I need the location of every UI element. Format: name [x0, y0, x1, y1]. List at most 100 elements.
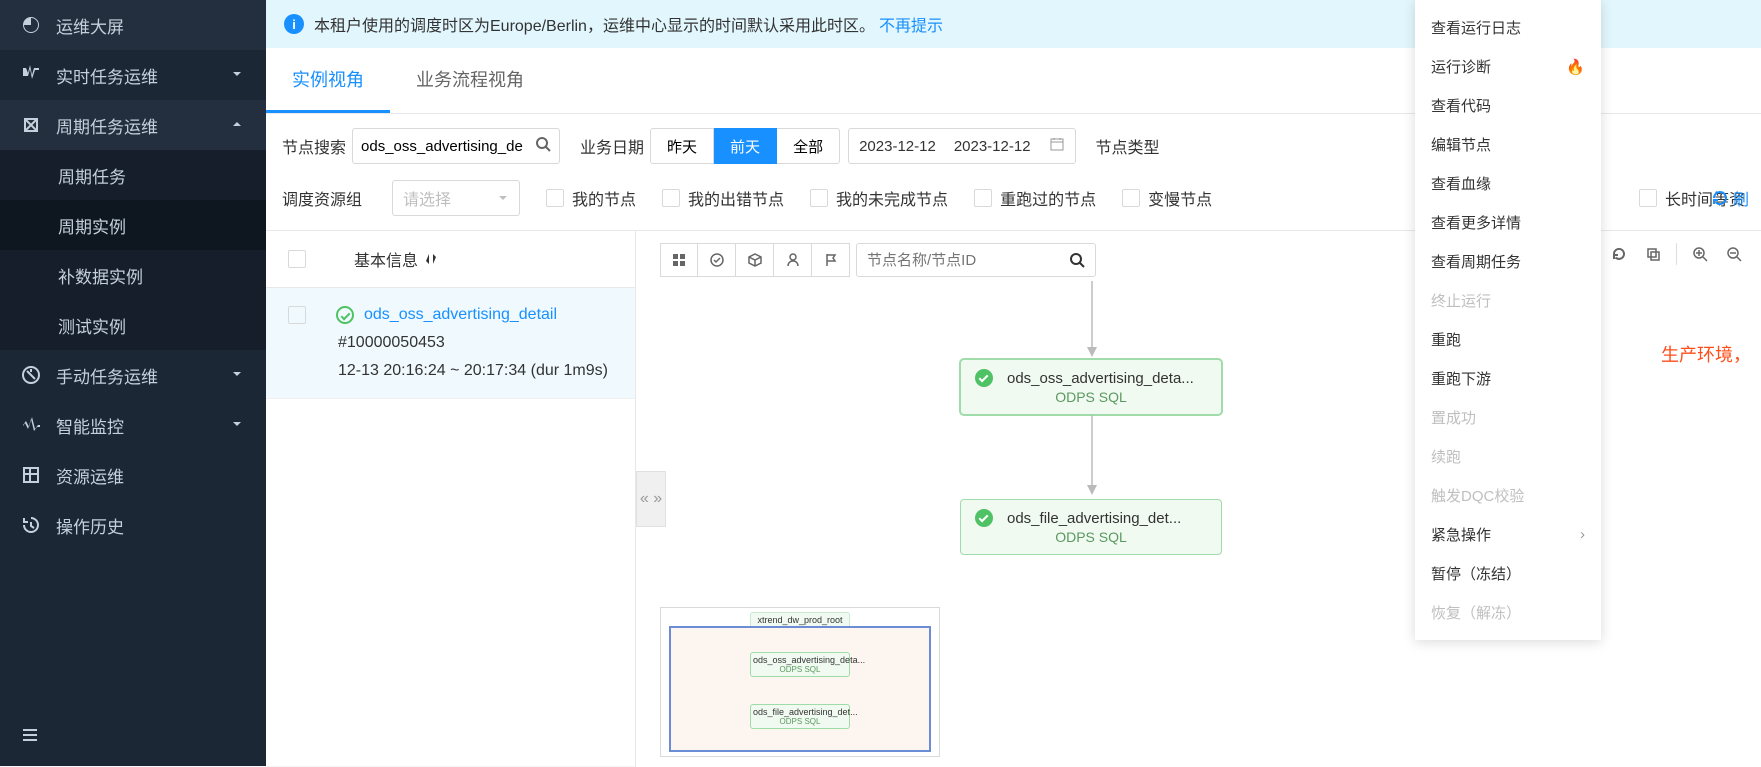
item-name[interactable]: ods_oss_advertising_detail — [364, 306, 557, 324]
check-icon[interactable] — [698, 243, 736, 277]
sidebar-item-realtime[interactable]: 实时任务运维 — [0, 50, 266, 100]
collapse-handle[interactable]: « » — [636, 471, 666, 527]
chk-my-unfinished[interactable]: 我的未完成节点 — [810, 186, 948, 210]
chk-slow-nodes[interactable]: 变慢节点 — [1122, 186, 1212, 210]
refresh-icon[interactable] — [1608, 243, 1630, 265]
tab-instance-view[interactable]: 实例视角 — [266, 48, 390, 113]
date-quick-buttons: 昨天 前天 全部 — [650, 128, 840, 164]
node-subtitle: ODPS SQL — [1055, 389, 1127, 405]
calendar-icon — [1049, 136, 1065, 157]
ctx-run-diagnose[interactable]: 运行诊断🔥 — [1415, 47, 1601, 86]
banner-dismiss-link[interactable]: 不再提示 — [879, 12, 943, 36]
zoom-out-icon[interactable] — [1723, 243, 1745, 265]
btn-yesterday[interactable]: 昨天 — [650, 128, 714, 164]
sidebar-label: 补数据实例 — [58, 263, 246, 288]
ctx-view-code[interactable]: 查看代码 — [1415, 86, 1601, 125]
ctx-view-lineage[interactable]: 查看血缘 — [1415, 164, 1601, 203]
history-icon — [20, 514, 42, 536]
ctx-view-cycle-task[interactable]: 查看周期任务 — [1415, 242, 1601, 281]
select-placeholder: 请选择 — [403, 186, 451, 210]
user-icon[interactable] — [774, 243, 812, 277]
sidebar: 运维大屏 实时任务运维 周期任务运维 周期任务 周期实例 补数据实例 测试实例 … — [0, 0, 266, 766]
refresh-button[interactable]: 刷 — [1711, 186, 1749, 210]
menu-toggle-icon[interactable] — [20, 725, 40, 750]
minimap-node: ods_file_advertising_det...ODPS SQL — [750, 704, 850, 729]
ctx-emergency[interactable]: 紧急操作› — [1415, 515, 1601, 554]
node-search-label: 节点搜索 — [282, 134, 346, 158]
node-search-input[interactable] — [361, 138, 535, 155]
ctx-view-log[interactable]: 查看运行日志 — [1415, 8, 1601, 47]
resource-group-label: 调度资源组 — [282, 186, 362, 210]
grid-view-icon[interactable] — [660, 243, 698, 277]
date-to: 2023-12-12 — [954, 138, 1031, 155]
minimap-viewport[interactable]: ods_oss_advertising_deta...ODPS SQL ods_… — [669, 626, 931, 752]
ctx-edit-node[interactable]: 编辑节点 — [1415, 125, 1601, 164]
resource-group-select[interactable]: 请选择 — [392, 180, 520, 216]
date-range-picker[interactable]: 2023-12-12 2023-12-12 — [848, 128, 1075, 164]
sidebar-item-history[interactable]: 操作历史 — [0, 500, 266, 550]
sidebar-item-cycle[interactable]: 周期任务运维 — [0, 100, 266, 150]
dag-minimap[interactable]: xtrend_dw_prod_root虚拟节点 ods_oss_advertis… — [660, 607, 940, 757]
cube-icon[interactable] — [736, 243, 774, 277]
node-subtitle: ODPS SQL — [1055, 529, 1127, 545]
banner-text: 本租户使用的调度时区为Europe/Berlin，运维中心显示的时间默认采用此时… — [314, 12, 875, 36]
dag-search-input[interactable] — [867, 252, 1069, 269]
ctx-pause[interactable]: 暂停（冻结） — [1415, 554, 1601, 593]
item-time: 12-13 20:16:24 ~ 20:17:34 (dur 1m9s) — [288, 362, 619, 380]
search-icon[interactable] — [535, 136, 551, 157]
dag-search[interactable] — [856, 243, 1096, 277]
ctx-rerun-downstream[interactable]: 重跑下游 — [1415, 359, 1601, 398]
list-item[interactable]: ods_oss_advertising_detail #10000050453 … — [266, 288, 635, 399]
dag-node[interactable]: ods_file_advertising_det... ODPS SQL — [960, 499, 1222, 555]
ctx-view-more[interactable]: 查看更多详情 — [1415, 203, 1601, 242]
node-search-input-wrap[interactable] — [352, 128, 560, 164]
sidebar-label: 实时任务运维 — [56, 63, 230, 88]
chevron-down-icon — [230, 417, 246, 433]
ctx-trigger-dqc: 触发DQC校验 — [1415, 476, 1601, 515]
copy-icon[interactable] — [1642, 243, 1664, 265]
search-icon[interactable] — [1069, 252, 1085, 268]
item-checkbox[interactable] — [288, 306, 306, 324]
sidebar-item-cycle-task[interactable]: 周期任务 — [0, 150, 266, 200]
select-all-checkbox[interactable] — [288, 250, 306, 268]
sidebar-item-dashboard[interactable]: 运维大屏 — [0, 0, 266, 50]
sidebar-item-test-instance[interactable]: 测试实例 — [0, 300, 266, 350]
biz-date-label: 业务日期 — [580, 134, 644, 158]
sidebar-item-fill-instance[interactable]: 补数据实例 — [0, 250, 266, 300]
sidebar-label: 操作历史 — [56, 513, 246, 538]
sidebar-label: 周期实例 — [58, 213, 246, 238]
context-menu: 查看运行日志 运行诊断🔥 查看代码 编辑节点 查看血缘 查看更多详情 查看周期任… — [1415, 0, 1601, 640]
sidebar-label: 智能监控 — [56, 413, 230, 438]
ctx-resume: 恢复（解冻） — [1415, 593, 1601, 632]
btn-day-before[interactable]: 前天 — [714, 128, 777, 164]
cycle-icon — [20, 114, 42, 136]
chk-rerun-nodes[interactable]: 重跑过的节点 — [974, 186, 1096, 210]
tab-workflow-view[interactable]: 业务流程视角 — [390, 48, 550, 113]
sidebar-label: 运维大屏 — [56, 13, 246, 38]
monitor-icon — [20, 414, 42, 436]
sidebar-label: 资源运维 — [56, 463, 246, 488]
list-header-label[interactable]: 基本信息 — [354, 247, 438, 271]
sidebar-label: 测试实例 — [58, 313, 246, 338]
sidebar-item-resource[interactable]: 资源运维 — [0, 450, 266, 500]
sidebar-label: 周期任务 — [58, 163, 246, 188]
chevron-down-icon — [230, 367, 246, 383]
sidebar-item-cycle-instance[interactable]: 周期实例 — [0, 200, 266, 250]
dag-toolbar — [660, 243, 850, 277]
btn-all[interactable]: 全部 — [777, 128, 840, 164]
sidebar-item-manual[interactable]: 手动任务运维 — [0, 350, 266, 400]
ctx-terminate: 终止运行 — [1415, 281, 1601, 320]
chk-my-nodes[interactable]: 我的节点 — [546, 186, 636, 210]
chk-my-error-nodes[interactable]: 我的出错节点 — [662, 186, 784, 210]
sidebar-label: 手动任务运维 — [56, 363, 230, 388]
sidebar-item-monitor[interactable]: 智能监控 — [0, 400, 266, 450]
environment-badge: 生产环境， — [1661, 341, 1751, 367]
chevron-down-icon — [230, 67, 246, 83]
dag-node[interactable]: ods_oss_advertising_deta... ODPS SQL — [960, 359, 1222, 415]
date-from: 2023-12-12 — [859, 138, 936, 155]
sort-icon[interactable] — [424, 252, 438, 266]
list-header: 基本信息 — [266, 231, 635, 288]
zoom-in-icon[interactable] — [1689, 243, 1711, 265]
flag-icon[interactable] — [812, 243, 850, 277]
ctx-rerun[interactable]: 重跑 — [1415, 320, 1601, 359]
